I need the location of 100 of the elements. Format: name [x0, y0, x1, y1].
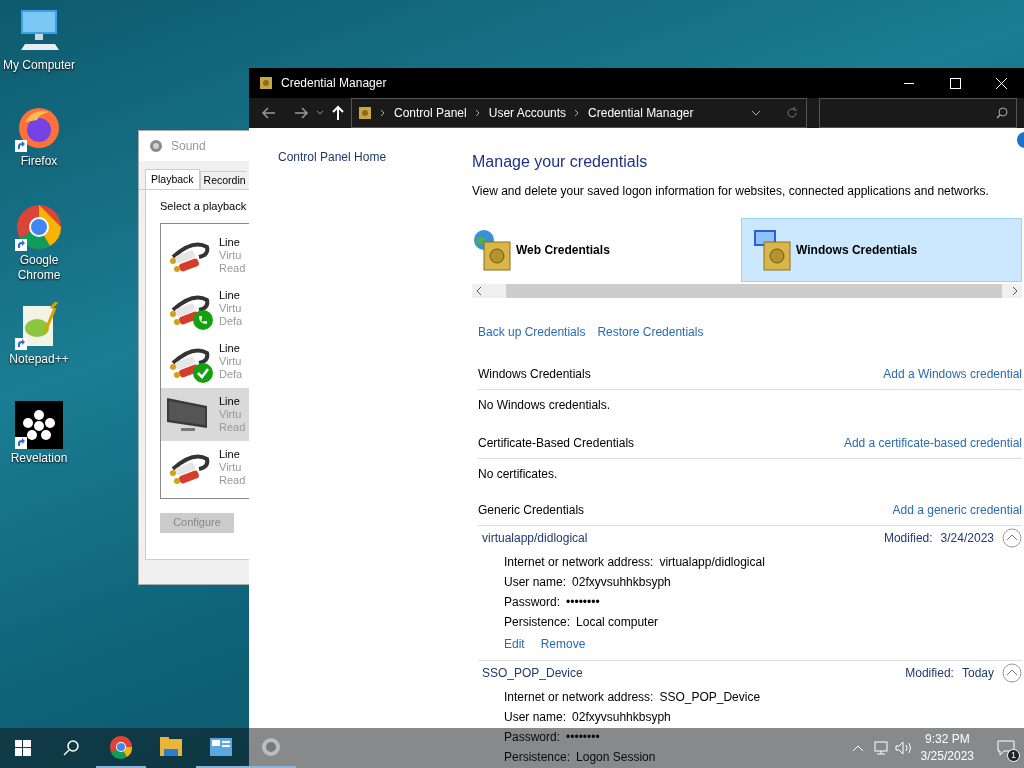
action-link[interactable]: Back up Credentials	[478, 323, 586, 341]
computer-safe-icon	[752, 228, 792, 272]
breadcrumb-item[interactable]: Credential Manager	[588, 104, 694, 122]
clock-time[interactable]: 9:32 PM	[924, 731, 970, 748]
device-text: Line	[219, 394, 241, 408]
safe-icon	[259, 76, 273, 90]
globe-safe-icon	[472, 228, 512, 272]
section-title: Windows Credentials	[478, 366, 591, 383]
search-field[interactable]	[819, 98, 1017, 128]
desktop-icon-label[interactable]: Notepad++	[9, 352, 69, 367]
field-label: User name:	[504, 575, 567, 589]
breadcrumb-item[interactable]: User Accounts	[488, 104, 567, 122]
device-text: Line	[219, 235, 241, 249]
device-text: Defa	[219, 367, 243, 381]
check-badge-icon	[193, 363, 213, 383]
field-value: ••••••••	[566, 730, 600, 744]
field-label: Internet or network address:	[504, 690, 654, 704]
modified-label: Modified:	[883, 530, 933, 547]
add-credential-link[interactable]: Add a generic credential	[892, 501, 1022, 519]
device-text: Virtu	[219, 248, 243, 262]
device-row[interactable]: Line Virtu Read	[161, 387, 249, 441]
clock-date[interactable]: 3/25/2023	[920, 748, 974, 765]
asterisk-icon	[15, 401, 63, 449]
action-link[interactable]: Restore Credentials	[597, 323, 704, 341]
phone-badge-icon	[193, 310, 213, 330]
window-title: Sound	[171, 138, 206, 155]
desktop-icon-label[interactable]: My Computer	[3, 58, 75, 73]
section-title: Generic Credentials	[478, 502, 585, 519]
speaker-icon	[259, 735, 283, 759]
help-icon	[1016, 132, 1024, 148]
device-text: Line	[219, 447, 241, 461]
modified-date: Today	[961, 665, 994, 682]
refresh-icon	[786, 107, 798, 119]
field-label: Persistence:	[504, 750, 571, 764]
field-value: Logon Session	[576, 750, 656, 764]
chrome-icon	[109, 735, 133, 759]
forward-arrow-icon	[293, 105, 309, 121]
desktop-icon-label[interactable]: Google Chrome	[0, 253, 78, 283]
device-text: Read	[219, 261, 246, 275]
collapse-chevron-icon[interactable]	[1002, 528, 1022, 548]
desktop-icon-label[interactable]: Revelation	[10, 451, 68, 466]
chrome-icon	[15, 203, 63, 251]
field-label: Internet or network address:	[504, 555, 654, 569]
network-icon	[872, 741, 889, 755]
field-label: User name:	[504, 710, 567, 724]
speaker-icon	[149, 139, 163, 153]
add-credential-link[interactable]: Add a Windows credential	[883, 365, 1022, 383]
folder-icon	[159, 735, 183, 759]
field-value: virtualapp/didlogical	[659, 555, 765, 569]
field-label: Password:	[504, 730, 561, 744]
modified-date: 3/24/2023	[940, 530, 994, 547]
up-arrow-icon	[331, 105, 345, 121]
device-text: Read	[219, 420, 246, 434]
chevron-icon	[574, 109, 581, 117]
control-panel-icon	[209, 735, 233, 759]
windows-logo-icon	[15, 740, 31, 756]
chevron-icon	[380, 109, 386, 117]
device-text: Line	[219, 341, 241, 355]
device-text: Defa	[219, 314, 243, 328]
horizontal-scrollbar[interactable]	[472, 284, 1022, 298]
tab[interactable]: Recordin	[199, 171, 246, 189]
device-text: Virtu	[219, 301, 243, 315]
field-value: 02fxyvsuhhkbsyph	[572, 710, 671, 724]
back-arrow-icon	[261, 105, 277, 121]
address-bar[interactable]: Control Panel User Accounts Credential Manager	[351, 98, 807, 128]
close-icon	[995, 77, 1007, 89]
field-label: Persistence:	[504, 615, 571, 629]
device-text: Read	[219, 473, 246, 487]
credential-name-link[interactable]: SSO_POP_Device	[482, 664, 906, 682]
field-label: Password:	[504, 595, 561, 609]
description-text: View and delete your saved logon information for websites, connected applications and networks.	[472, 183, 990, 200]
credential-name-link[interactable]: virtualapp/didlogical	[482, 529, 884, 547]
desktop-icon-label[interactable]: Firefox	[20, 154, 58, 169]
device-text: Virtu	[219, 460, 243, 474]
field-value: 02fxyvsuhhkbsyph	[572, 575, 671, 589]
device-text: Virtu	[219, 407, 243, 421]
add-credential-link[interactable]: Add a certificate-based credential	[843, 434, 1022, 452]
field-value: Local computer	[576, 615, 659, 629]
credential-action-link[interactable]: Remove	[540, 635, 586, 653]
device-text: Line	[219, 288, 241, 302]
sidebar-link[interactable]: Control Panel Home	[278, 150, 387, 164]
empty-text: No Windows credentials.	[478, 397, 612, 414]
maximize-icon	[949, 77, 961, 89]
credential-action-link[interactable]: Edit	[504, 635, 525, 653]
collapse-chevron-icon[interactable]	[1002, 663, 1022, 683]
field-value: ••••••••	[566, 595, 600, 609]
notification-icon	[997, 740, 1015, 756]
credential-category-tab[interactable]: Windows Credentials	[741, 218, 1022, 282]
window-title: Credential Manager	[281, 75, 388, 92]
search-icon	[996, 107, 1008, 119]
page-heading: Manage your credentials	[472, 152, 649, 172]
safe-icon	[358, 106, 372, 120]
empty-text: No certificates.	[478, 466, 559, 483]
modified-label: Modified:	[905, 665, 954, 682]
chevron-icon	[474, 109, 481, 117]
breadcrumb-item[interactable]: Control Panel	[394, 104, 467, 122]
tab[interactable]: Playback	[145, 169, 200, 189]
notification-button[interactable]: 1	[988, 728, 1024, 768]
field-value: SSO_POP_Device	[659, 690, 761, 704]
device-text: Virtu	[219, 354, 243, 368]
